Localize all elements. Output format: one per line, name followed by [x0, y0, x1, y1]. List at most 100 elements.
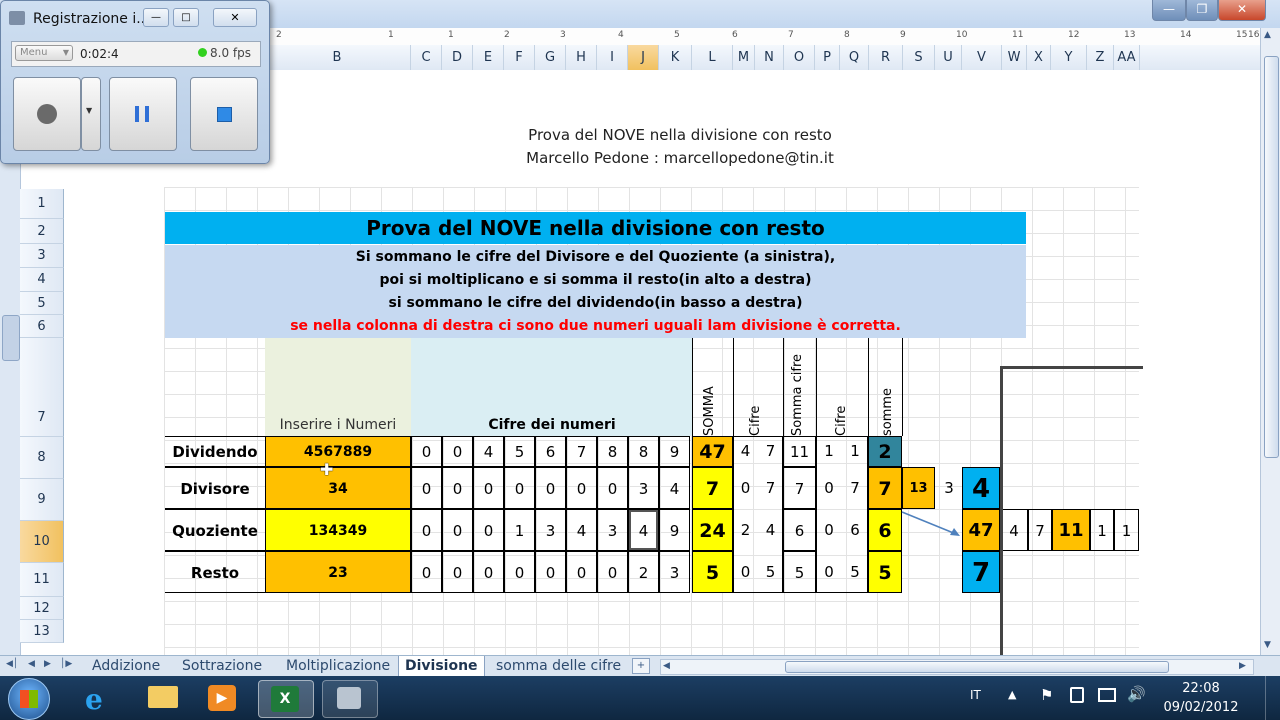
- recorder-taskbar-button[interactable]: [322, 680, 378, 718]
- row-header[interactable]: 9: [20, 479, 64, 521]
- digit-cell[interactable]: 1: [504, 509, 535, 551]
- digit-cell[interactable]: 4: [473, 436, 504, 467]
- cifre-cell[interactable]: 6: [842, 509, 868, 551]
- digit-cell[interactable]: 0: [504, 467, 535, 509]
- side-r9-b[interactable]: 3: [935, 467, 963, 509]
- recorder-close-button[interactable]: ✕: [213, 8, 257, 27]
- digit-cell[interactable]: 2: [628, 551, 659, 593]
- minimize-button[interactable]: —: [1152, 0, 1186, 21]
- cifre-cell[interactable]: 1: [842, 436, 868, 467]
- explorer-taskbar-button[interactable]: [136, 680, 190, 716]
- digit-cell[interactable]: 8: [597, 436, 628, 467]
- column-header[interactable]: S: [903, 45, 935, 70]
- digit-cell[interactable]: 0: [442, 436, 473, 467]
- digit-cell[interactable]: 4: [659, 467, 690, 509]
- tab-sottrazione[interactable]: Sottrazione: [176, 656, 268, 676]
- input-value[interactable]: 134349: [265, 509, 411, 551]
- input-value[interactable]: 34: [265, 467, 411, 509]
- row-header[interactable]: 12: [20, 597, 64, 620]
- digit-cell[interactable]: 0: [411, 509, 442, 551]
- row-header[interactable]: 1: [20, 189, 64, 219]
- cifre-cell[interactable]: 4: [758, 509, 783, 551]
- column-header[interactable]: R: [869, 45, 903, 70]
- column-header[interactable]: J: [628, 45, 659, 70]
- row-header[interactable]: 10: [20, 521, 64, 563]
- split-handle-icon[interactable]: [2, 315, 20, 361]
- side-r9-a[interactable]: 13: [902, 467, 935, 509]
- digit-cell[interactable]: 0: [473, 551, 504, 593]
- digit-cell[interactable]: 0: [566, 551, 597, 593]
- somme-cell[interactable]: 6: [868, 509, 902, 551]
- digit-cell[interactable]: 3: [628, 467, 659, 509]
- digit-cell[interactable]: 0: [535, 551, 566, 593]
- column-header[interactable]: K: [659, 45, 692, 70]
- somma-cell[interactable]: 47: [692, 436, 733, 467]
- somma-cell[interactable]: 24: [692, 509, 733, 551]
- column-header[interactable]: U: [935, 45, 962, 70]
- cifre-cell[interactable]: 7: [758, 467, 783, 509]
- column-header[interactable]: L: [692, 45, 733, 70]
- restore-button[interactable]: ❐: [1186, 0, 1218, 21]
- somma-cifre-cell[interactable]: 7: [783, 467, 816, 509]
- cifre-cell[interactable]: 7: [842, 467, 868, 509]
- excel-taskbar-button[interactable]: X: [258, 680, 314, 718]
- row-header[interactable]: 11: [20, 563, 64, 597]
- record-options-button[interactable]: ▼: [81, 77, 101, 151]
- row-label[interactable]: Resto: [165, 551, 265, 593]
- digit-cell[interactable]: 0: [442, 509, 473, 551]
- side-r11-a[interactable]: 7: [962, 551, 1000, 593]
- ie-taskbar-button[interactable]: e: [72, 680, 126, 716]
- tab-moltiplicazione[interactable]: Moltiplicazione: [280, 656, 396, 676]
- cifre-cell[interactable]: 7: [758, 436, 783, 467]
- media-player-taskbar-button[interactable]: ▶: [196, 680, 250, 716]
- column-header[interactable]: D: [442, 45, 473, 70]
- digit-cell[interactable]: 6: [535, 436, 566, 467]
- tab-somma-delle-cifre[interactable]: somma delle cifre: [490, 656, 627, 676]
- digit-cell[interactable]: 0: [597, 551, 628, 593]
- row-header[interactable]: 8: [20, 437, 64, 479]
- somma-cell[interactable]: 5: [692, 551, 733, 593]
- tab-addizione[interactable]: Addizione: [86, 656, 166, 676]
- column-header[interactable]: V: [962, 45, 1002, 70]
- somma-cifre-cell[interactable]: 11: [783, 436, 816, 467]
- somme-cell[interactable]: 2: [868, 436, 902, 467]
- row-header[interactable]: 6: [20, 315, 64, 338]
- somma-cifre-cell[interactable]: 5: [783, 551, 816, 593]
- cifre-cell[interactable]: 5: [758, 551, 783, 593]
- cifre-cell[interactable]: 4: [733, 436, 758, 467]
- cifre-cell[interactable]: 0: [816, 467, 842, 509]
- input-value[interactable]: 23: [265, 551, 411, 593]
- h-scroll-right-icon[interactable]: ▶: [1239, 661, 1246, 671]
- digit-cell[interactable]: 0: [411, 436, 442, 467]
- clock-date[interactable]: 09/02/2012: [1160, 700, 1242, 715]
- row-header[interactable]: 7: [20, 338, 64, 437]
- digit-cell[interactable]: 0: [535, 467, 566, 509]
- row-label[interactable]: Divisore: [165, 467, 265, 509]
- row-header[interactable]: 13: [20, 620, 64, 643]
- power-icon[interactable]: [1070, 687, 1084, 703]
- h-scroll-left-icon[interactable]: ◀: [663, 661, 670, 671]
- digit-cell[interactable]: 8: [628, 436, 659, 467]
- row-label[interactable]: Dividendo: [165, 436, 265, 467]
- digit-cell[interactable]: 0: [597, 467, 628, 509]
- column-header[interactable]: M: [733, 45, 755, 70]
- row-header[interactable]: 2: [20, 219, 64, 244]
- somma-cell[interactable]: 7: [692, 467, 733, 509]
- column-header[interactable]: E: [473, 45, 504, 70]
- somma-cifre-cell[interactable]: 6: [783, 509, 816, 551]
- insert-sheet-icon[interactable]: +: [632, 658, 650, 674]
- digit-cell[interactable]: 0: [442, 467, 473, 509]
- h-scroll-thumb[interactable]: [785, 661, 1169, 673]
- flag-icon[interactable]: ⚑: [1040, 686, 1053, 704]
- column-header[interactable]: Q: [840, 45, 869, 70]
- digit-cell[interactable]: 3: [597, 509, 628, 551]
- digit-cell[interactable]: 4: [566, 509, 597, 551]
- close-button[interactable]: ✕: [1218, 0, 1266, 21]
- input-value[interactable]: 4567889: [265, 436, 411, 467]
- vertical-scrollbar[interactable]: ▲ ▼: [1260, 28, 1280, 655]
- digit-cell[interactable]: 9: [659, 436, 690, 467]
- tab-nav-prev-icon[interactable]: ◀: [28, 659, 35, 669]
- digit-cell[interactable]: 0: [566, 467, 597, 509]
- digit-cell[interactable]: 9: [659, 509, 690, 551]
- digit-cell[interactable]: 0: [411, 551, 442, 593]
